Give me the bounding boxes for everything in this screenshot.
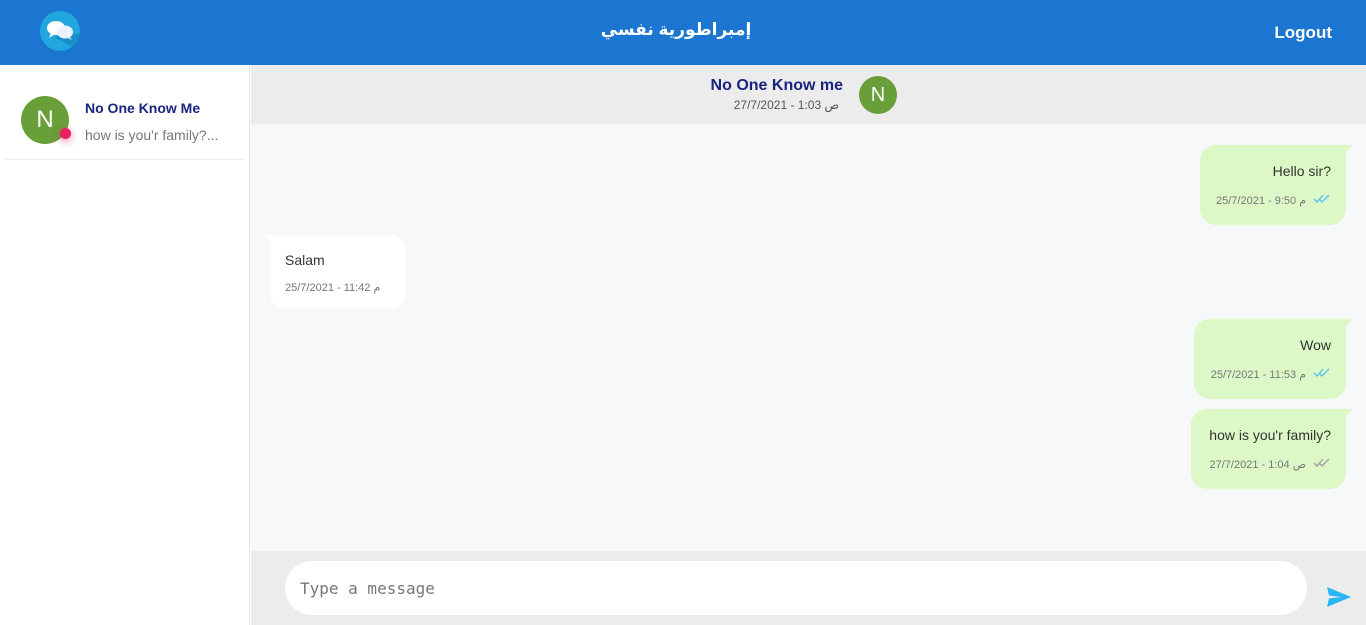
double-check-icon <box>1313 458 1330 467</box>
message-text: Hello sir? <box>1272 163 1331 179</box>
message-bubble-outgoing[interactable]: Hello sir? 25/7/2021 - 9:50 م <box>1200 145 1353 225</box>
conversation-name: No One Know Me <box>85 100 201 116</box>
message-text: Wow <box>1300 337 1331 353</box>
message-input[interactable] <box>285 561 1307 615</box>
message-bubble-outgoing[interactable]: how is you'r family? 27/7/2021 - 1:04 ص <box>1191 409 1353 489</box>
send-icon[interactable] <box>1326 585 1352 609</box>
contact-last-seen: 27/7/2021 - 1:03 ص <box>733 98 839 112</box>
chat-header: No One Know me 27/7/2021 - 1:03 ص N <box>251 65 1366 124</box>
online-status-dot <box>60 128 71 139</box>
contact-name: No One Know me <box>710 77 843 94</box>
message-text: Salam <box>285 252 325 268</box>
message-bubble-outgoing[interactable]: Wow 25/7/2021 - 11:53 م <box>1194 319 1353 399</box>
message-composer <box>251 551 1366 625</box>
message-timestamp: 27/7/2021 - 1:04 ص <box>1209 459 1307 471</box>
message-timestamp: 25/7/2021 - 11:53 م <box>1210 369 1306 381</box>
message-timestamp: 25/7/2021 - 9:50 م <box>1216 195 1306 207</box>
app-header: إمبراطورية نفسي Logout <box>0 0 1366 65</box>
conversation-item[interactable]: N No One Know Me how is you'r family?... <box>5 65 244 160</box>
app-title: إمبراطورية نفسي <box>600 20 752 39</box>
contact-avatar[interactable]: N <box>859 76 897 114</box>
conversation-sidebar: N No One Know Me how is you'r family?... <box>0 65 250 625</box>
message-text: how is you'r family? <box>1209 427 1331 443</box>
double-check-icon <box>1313 194 1330 203</box>
logout-button[interactable]: Logout <box>1274 23 1332 43</box>
conversation-preview: how is you'r family?... <box>85 127 219 143</box>
double-check-icon <box>1313 368 1330 377</box>
message-timestamp: 25/7/2021 - 11:42 م <box>285 282 381 294</box>
message-bubble-incoming[interactable]: Salam 25/7/2021 - 11:42 م <box>263 235 406 309</box>
